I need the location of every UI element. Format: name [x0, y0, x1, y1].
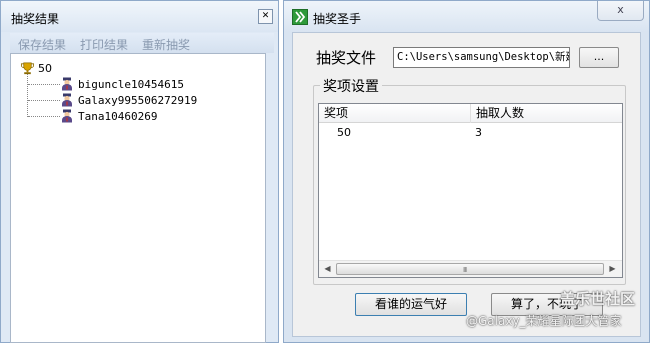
tree-connector [28, 116, 60, 117]
winner-name: biguncle10454615 [78, 77, 184, 91]
watermark-author: @Galaxy_荣耀星际团大管家 [466, 314, 622, 328]
trophy-icon [20, 62, 35, 74]
group-label: 奖项设置 [320, 76, 382, 96]
cell-count[interactable]: 3 [475, 126, 482, 139]
print-results-button[interactable]: 打印结果 [80, 36, 128, 53]
list-header: 奖项 抽取人数 [319, 104, 622, 123]
lottery-app-icon [292, 9, 308, 25]
browse-button[interactable]: ... [579, 47, 619, 68]
window-title: 抽奖圣手 [313, 12, 362, 26]
prize-list[interactable]: 奖项 抽取人数 50 3 ◀ III ▶ [318, 103, 623, 278]
scroll-thumb[interactable]: III [336, 263, 604, 275]
horizontal-scrollbar[interactable]: ◀ III ▶ [319, 260, 622, 277]
prize-node-label: 50 [38, 61, 52, 75]
results-tree[interactable]: 50 biguncle10454615 Galaxy995506272919 T… [10, 53, 266, 343]
window-title: 抽奖结果 [11, 12, 60, 26]
close-icon: x [617, 3, 624, 16]
person-icon [62, 109, 72, 123]
tree-connector [27, 74, 28, 117]
scroll-right-icon[interactable]: ▶ [605, 262, 620, 276]
tree-connector [28, 100, 60, 101]
prize-settings-group: 奖项设置 奖项 抽取人数 50 3 ◀ III ▶ [313, 76, 626, 285]
close-button[interactable]: x [597, 1, 644, 21]
file-path-field[interactable]: C:\Users\samsung\Desktop\新建 [393, 47, 570, 68]
file-label: 抽奖文件 [316, 49, 377, 67]
tree-node-winner[interactable]: Galaxy995506272919 [60, 92, 197, 108]
close-icon[interactable]: ✕ [258, 9, 273, 24]
scroll-left-icon[interactable]: ◀ [320, 262, 335, 276]
draw-button[interactable]: 看谁的运气好 [355, 293, 467, 316]
person-icon [62, 93, 72, 107]
watermark-title: 盖乐世社区 [560, 290, 636, 308]
tree-connector [28, 84, 60, 85]
person-icon [62, 77, 72, 91]
result-toolbar: 保存结果 打印结果 重新抽奖 [10, 33, 274, 53]
tree-node-winner[interactable]: biguncle10454615 [60, 76, 184, 92]
result-window: 抽奖结果 ✕ 保存结果 打印结果 重新抽奖 50 biguncle1045461… [0, 0, 279, 343]
result-titlebar[interactable]: 抽奖结果 ✕ [1, 1, 278, 32]
main-titlebar[interactable]: 抽奖圣手 x [284, 1, 649, 32]
grip-icon: III [463, 266, 467, 274]
tree-node-winner[interactable]: Tana10460269 [60, 108, 157, 124]
winner-name: Galaxy995506272919 [78, 93, 198, 107]
cell-prize[interactable]: 50 [337, 126, 351, 139]
save-results-button[interactable]: 保存结果 [18, 36, 66, 53]
winner-name: Tana10460269 [78, 109, 158, 123]
column-header-count[interactable]: 抽取人数 [471, 104, 622, 123]
column-header-prize[interactable]: 奖项 [319, 104, 471, 123]
redraw-button[interactable]: 重新抽奖 [142, 36, 190, 53]
tree-node-prize[interactable]: 50 [20, 60, 52, 76]
